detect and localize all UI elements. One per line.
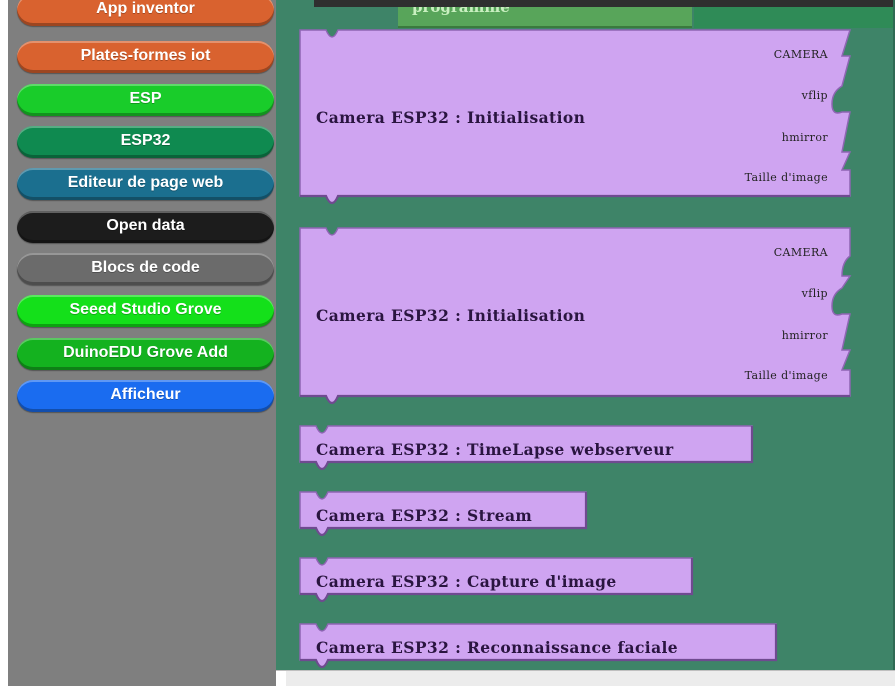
category-editeur-page-web[interactable]: Editeur de page web	[17, 168, 274, 200]
camera-face-recognition-label: Camera ESP32 : Reconnaissance faciale	[316, 638, 679, 657]
category-blocs-de-code[interactable]: Blocs de code	[17, 253, 274, 285]
category-open-data[interactable]: Open data	[17, 211, 274, 243]
category-plates-formes-iot[interactable]: Plates-formes iot	[17, 41, 274, 73]
category-app-inventor[interactable]: App inventor	[17, 0, 274, 26]
category-esp[interactable]: ESP	[17, 84, 274, 116]
workspace-horizontal-scrollbar[interactable]	[276, 670, 895, 686]
category-sidebar: App inventor Plates-formes iot ESP ESP32…	[8, 0, 276, 686]
category-esp32[interactable]: ESP32	[17, 126, 274, 158]
category-afficheur[interactable]: Afficheur	[17, 380, 274, 412]
category-seeed-studio-grove[interactable]: Seeed Studio Grove	[17, 295, 274, 327]
camera-face-recognition-block[interactable]	[276, 0, 895, 670]
category-duinoedu-grove-add[interactable]: DuinoEDU Grove Add	[17, 338, 274, 370]
scrollbar-gap	[276, 671, 286, 686]
blocks-workspace[interactable]: programme Camera ESP32 : Initialisation …	[276, 0, 895, 686]
